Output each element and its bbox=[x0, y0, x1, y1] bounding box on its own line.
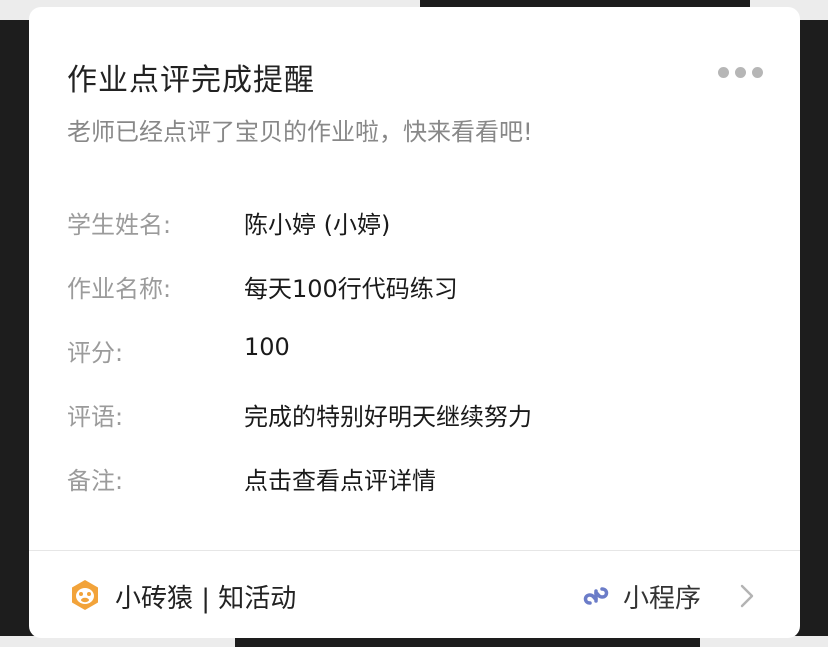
detail-value: 陈小婷 (小婷) bbox=[244, 211, 391, 239]
card-footer[interactable]: 小砖猿 | 知活动 小程序 bbox=[29, 551, 800, 638]
detail-label: 学生姓名: bbox=[67, 211, 172, 239]
detail-label: 作业名称: bbox=[67, 275, 172, 303]
app-name: 小砖猿 | 知活动 bbox=[115, 584, 297, 614]
more-dots-icon[interactable] bbox=[718, 67, 764, 79]
detail-label: 评分: bbox=[67, 339, 124, 367]
monkey-logo-icon bbox=[72, 580, 98, 610]
detail-label: 评语: bbox=[67, 403, 124, 431]
mini-program-label: 小程序 bbox=[623, 584, 702, 614]
detail-row-student-name: 学生姓名: 陈小婷 (小婷) bbox=[67, 205, 767, 245]
detail-row-homework-name: 作业名称: 每天100行代码练习 bbox=[67, 269, 767, 309]
notification-card[interactable]: 作业点评完成提醒 老师已经点评了宝贝的作业啦，快来看看吧! 学生姓名: 陈小婷 … bbox=[29, 7, 800, 638]
detail-value: 100 bbox=[244, 333, 290, 361]
mini-program-link-icon bbox=[583, 587, 609, 605]
detail-value: 完成的特别好明天继续努力 bbox=[244, 403, 532, 431]
card-title: 作业点评完成提醒 bbox=[67, 63, 315, 98]
card-subtitle: 老师已经点评了宝贝的作业啦，快来看看吧! bbox=[67, 118, 533, 146]
chevron-right-icon bbox=[740, 584, 754, 608]
detail-label: 备注: bbox=[67, 467, 124, 495]
detail-value: 每天100行代码练习 bbox=[244, 275, 458, 303]
detail-row-score: 评分: 100 bbox=[67, 333, 767, 373]
detail-row-comment: 评语: 完成的特别好明天继续努力 bbox=[67, 397, 767, 437]
detail-row-remark: 备注: 点击查看点评详情 bbox=[67, 461, 767, 501]
detail-value: 点击查看点评详情 bbox=[244, 467, 436, 495]
